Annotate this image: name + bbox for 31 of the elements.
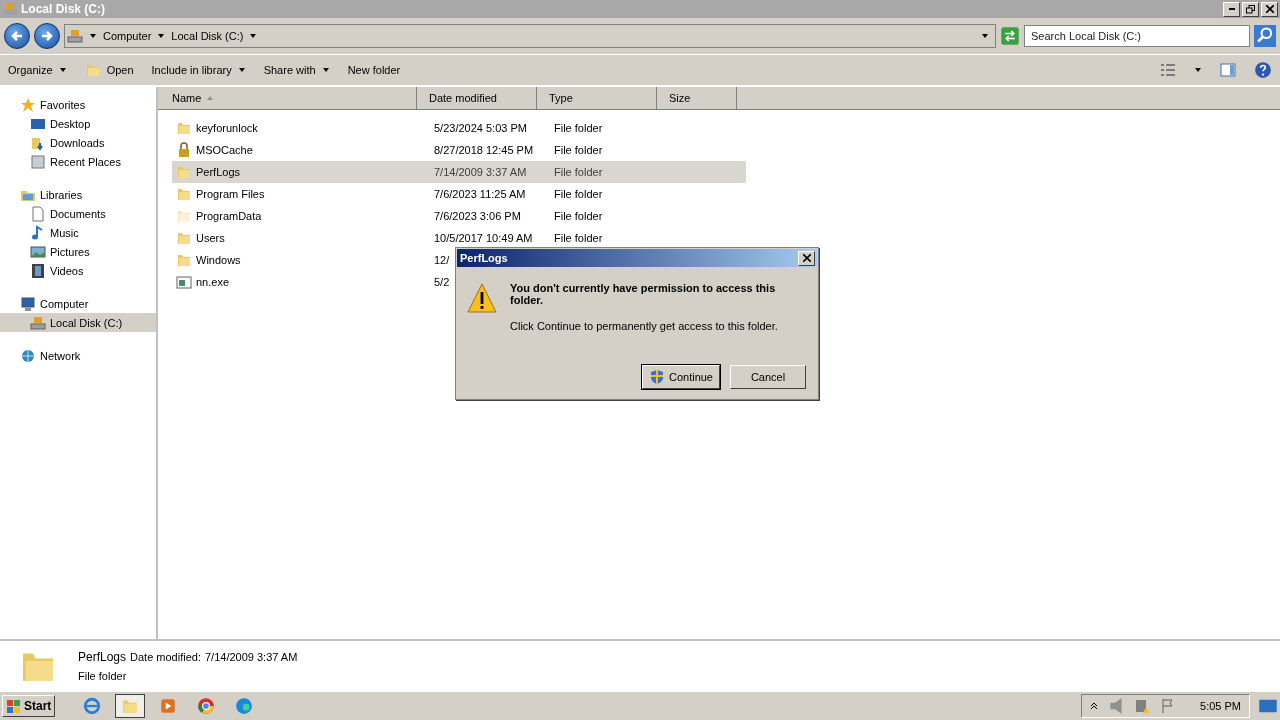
file-name: PerfLogs	[196, 166, 241, 178]
file-name: MSOCache	[196, 144, 253, 156]
date-modified: 5/23/2024 5:03 PM	[434, 122, 527, 134]
file-type: File folder	[554, 144, 603, 156]
window-title: Local Disk (C:)	[21, 2, 105, 16]
file-name: Program Files	[196, 188, 265, 200]
file-name: ProgramData	[196, 210, 262, 222]
file-type: File folder	[554, 122, 603, 134]
dialog-message: Click Continue to permanently get access to this folder.	[510, 320, 779, 332]
date-modified: 10/5/2017 10:49 AM	[434, 232, 533, 244]
date-modified: 7/6/2023 3:06 PM	[434, 210, 521, 222]
file-name: nn.exe	[196, 276, 230, 288]
date-modified: 12/	[434, 254, 450, 266]
details-date-label: Date modified:	[130, 651, 201, 663]
date-modified: 5/2	[434, 276, 450, 288]
file-type: File folder	[554, 232, 603, 244]
details-type: File folder	[78, 670, 128, 682]
file-name: keyforunlock	[196, 122, 258, 134]
date-modified: 7/6/2023 11:25 AM	[434, 188, 526, 200]
dialog-heading: You don't currently have permission to access this folder.	[510, 282, 777, 306]
file-type: File folder	[554, 188, 603, 200]
date-modified: 7/14/2009 3:37 AM	[434, 166, 527, 178]
file-type: File folder	[554, 210, 603, 222]
file-type: File folder	[554, 166, 603, 178]
clock: 5:05 PM	[1200, 700, 1241, 712]
file-name: Users	[196, 232, 225, 244]
dialog-title: PerfLogs	[460, 252, 508, 264]
details-name: PerfLogs	[78, 650, 127, 664]
date-modified: 8/27/2018 12:45 PM	[434, 144, 534, 156]
file-name: Windows	[196, 254, 241, 266]
details-date: 7/14/2009 3:37 AM	[204, 651, 298, 663]
